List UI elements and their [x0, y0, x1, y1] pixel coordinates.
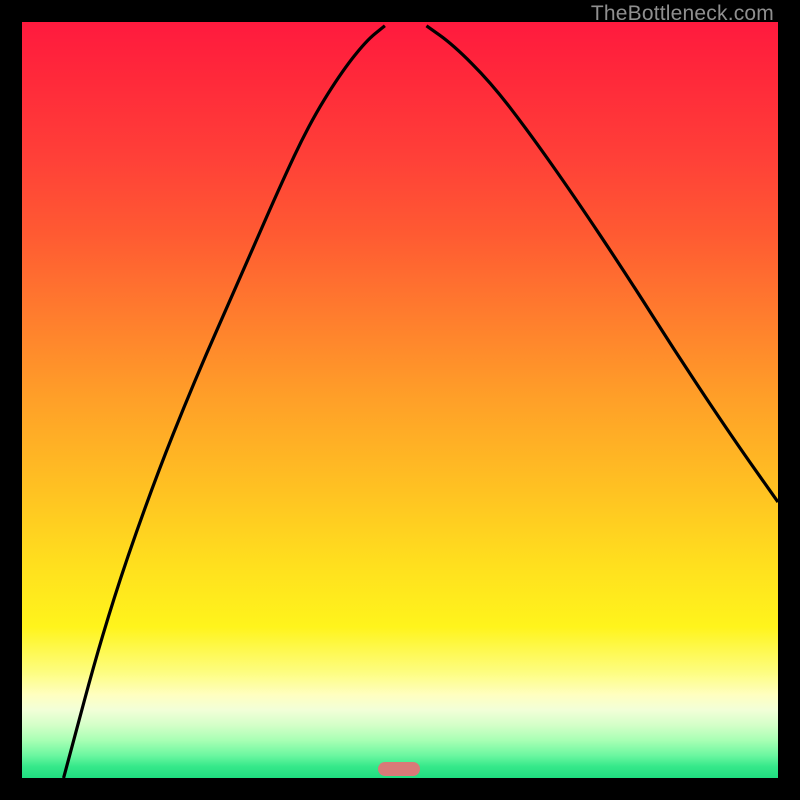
bottleneck-marker [378, 762, 420, 776]
curve-left-branch [64, 26, 385, 778]
bottleneck-curve [22, 22, 778, 778]
chart-frame: TheBottleneck.com [0, 0, 800, 800]
curve-right-branch [426, 26, 778, 502]
plot-area [22, 22, 778, 778]
watermark-text: TheBottleneck.com [591, 2, 774, 26]
